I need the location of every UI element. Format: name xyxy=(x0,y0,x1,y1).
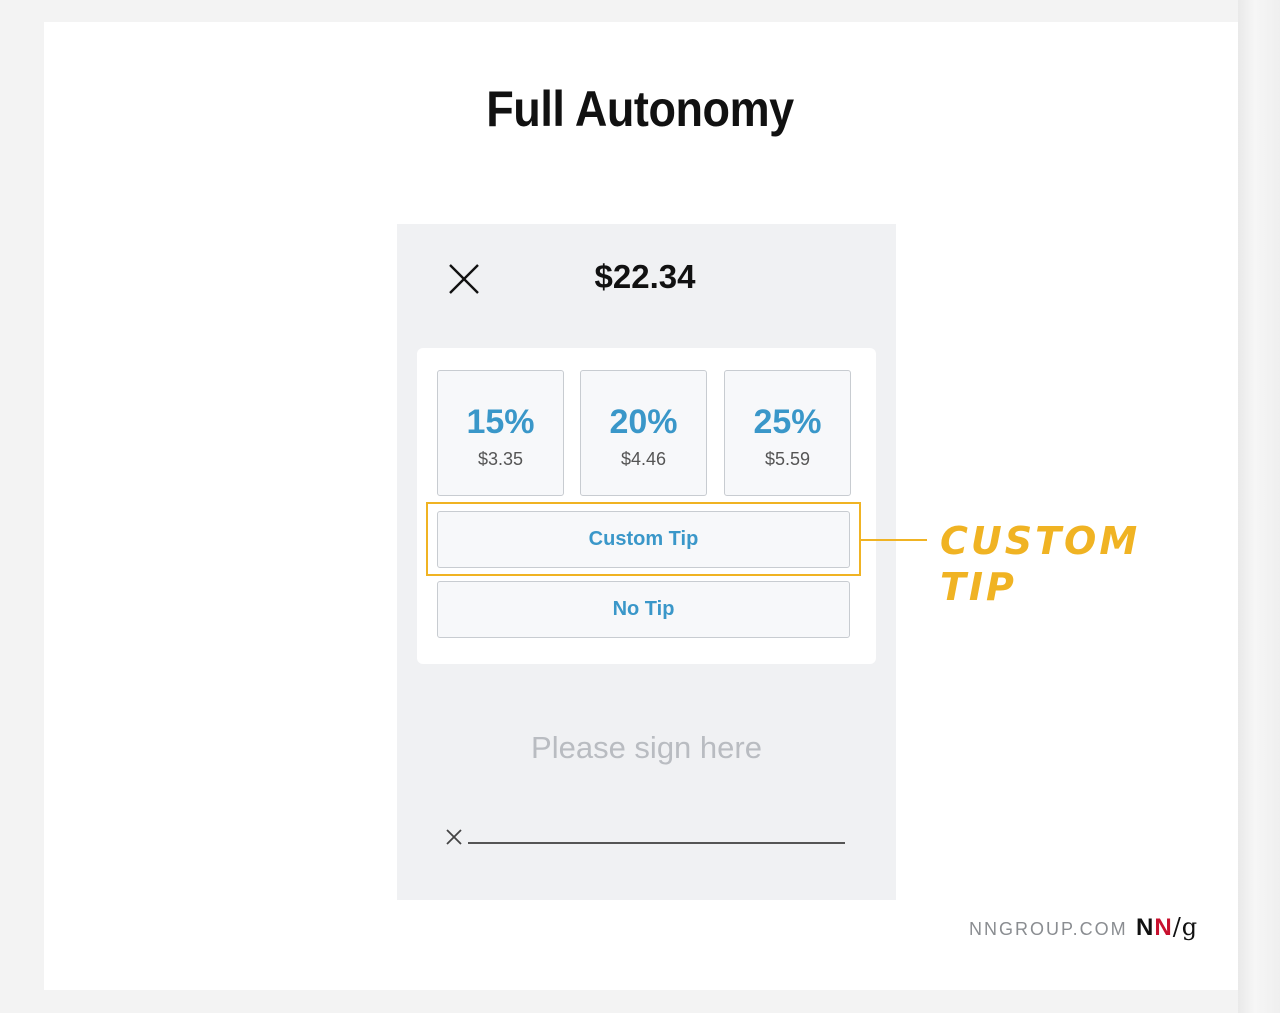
tip-percent: 15% xyxy=(466,403,535,441)
page-title: Full Autonomy xyxy=(486,81,794,137)
tip-percent: 25% xyxy=(753,403,822,441)
no-tip-button[interactable]: No Tip xyxy=(437,581,850,638)
page-edge xyxy=(1238,0,1280,1013)
logo-slash: / xyxy=(1172,913,1182,941)
custom-tip-annotation: CUSTOM TIP xyxy=(940,519,1141,609)
footer-domain: NNGROUP.COM xyxy=(969,919,1128,939)
signature-line[interactable] xyxy=(468,842,845,844)
logo-n1: N xyxy=(1136,914,1155,941)
payment-amount: $22.34 xyxy=(594,258,696,295)
tip-amount: $5.59 xyxy=(764,449,811,469)
signature-placeholder: Please sign here xyxy=(531,730,762,765)
logo-g: g xyxy=(1181,913,1199,941)
tip-amount: $4.46 xyxy=(620,449,667,469)
x-icon xyxy=(444,825,464,845)
logo-n2: N xyxy=(1154,914,1173,941)
tip-amount: $3.35 xyxy=(477,449,524,469)
tip-25-button[interactable]: 25% $5.59 xyxy=(724,370,851,496)
custom-tip-highlight xyxy=(426,502,861,576)
tip-15-button[interactable]: 15% $3.35 xyxy=(437,370,564,496)
nng-logo: NN/g xyxy=(1136,913,1198,942)
tip-20-button[interactable]: 20% $4.46 xyxy=(580,370,707,496)
tip-percent: 20% xyxy=(609,403,678,441)
annotation-connector xyxy=(861,539,927,541)
close-icon[interactable] xyxy=(448,263,480,295)
